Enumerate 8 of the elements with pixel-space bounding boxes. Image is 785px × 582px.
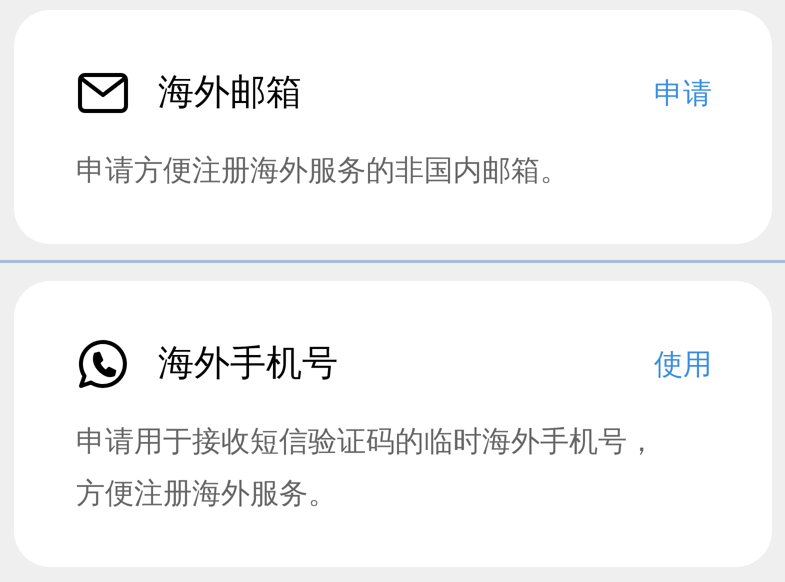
card-description: 申请方便注册海外服务的非国内邮箱。 (76, 152, 570, 189)
action-link[interactable]: 使用 (654, 344, 712, 384)
envelope-icon (78, 73, 128, 113)
chat-phone-icon (78, 339, 128, 389)
card-title: 海外手机号 (158, 342, 338, 386)
action-link[interactable]: 申请 (654, 73, 712, 113)
card-description: 申请用于接收短信验证码的临时海外手机号，方便注册海外服务。 (76, 423, 657, 512)
card-title: 海外邮箱 (158, 71, 302, 115)
